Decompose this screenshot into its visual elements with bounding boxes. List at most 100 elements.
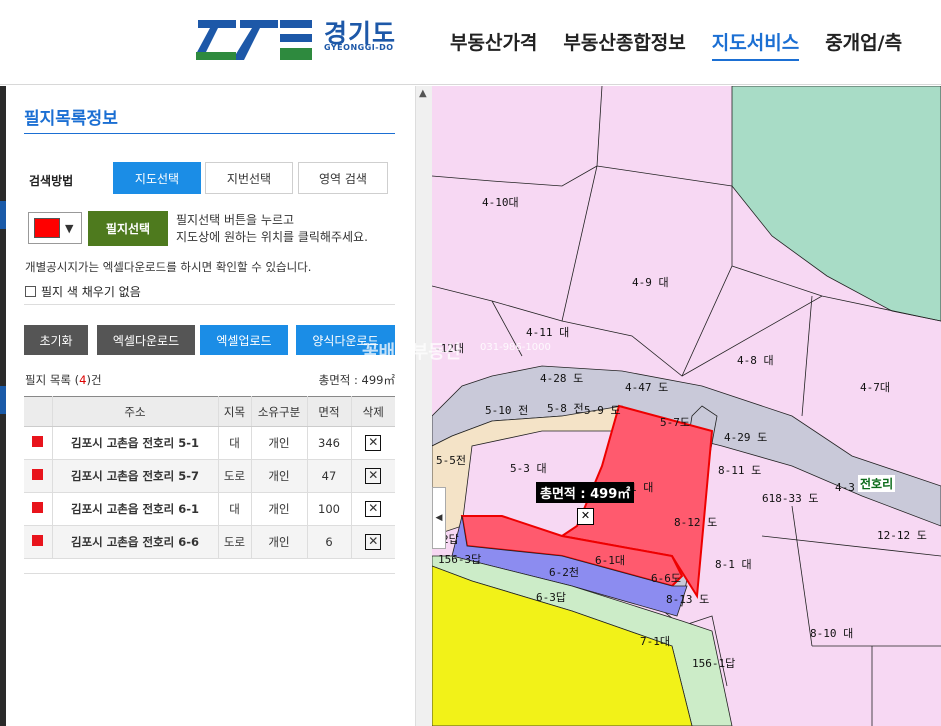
total-area-label: 총면적 : 499㎡ xyxy=(318,373,395,387)
parcel-label: 4-47 도 xyxy=(625,381,668,394)
table-row[interactable]: 김포시 고촌읍 전호리 6-1 대 개인 100 ✕ xyxy=(24,492,395,526)
parcel-label: 6-2천 xyxy=(549,565,579,579)
color-column-header xyxy=(24,396,53,427)
area-cell: 100 xyxy=(307,492,352,526)
select-guide-text: 필지선택 버튼을 누르고 지도상에 원하는 위치를 클릭해주세요. xyxy=(176,212,368,246)
divider xyxy=(24,304,395,305)
chevron-left-icon: ◀ xyxy=(435,513,443,523)
owner-cell: 개인 xyxy=(251,459,308,493)
parcel-label: 8-11 도 xyxy=(718,464,761,477)
table-header-row: 주소 지목 소유구분 면적 삭제 xyxy=(24,396,395,427)
color-marker xyxy=(32,535,44,546)
table-row[interactable]: 김포시 고촌읍 전호리 6-6 도로 개인 6 ✕ xyxy=(24,525,395,559)
parcel-label: 8-10 대 xyxy=(810,627,853,640)
parcel-line xyxy=(801,295,813,417)
parcel-label: 8-13 도 xyxy=(666,593,709,606)
list-label-suffix: )건 xyxy=(86,373,102,387)
address-cell[interactable]: 김포시 고촌읍 전호리 5-7 xyxy=(52,459,219,493)
delete-cell: ✕ xyxy=(351,492,395,526)
title-divider xyxy=(24,133,395,134)
column-header-area: 면적 xyxy=(307,396,352,427)
table-row[interactable]: 김포시 고촌읍 전호리 5-7 도로 개인 47 ✕ xyxy=(24,459,395,493)
panel-scrollbar[interactable]: ▲ xyxy=(415,86,432,726)
parcel-label: 4-3 xyxy=(835,481,855,494)
delete-icon[interactable]: ✕ xyxy=(365,468,382,484)
parcel-label: 7-1대 xyxy=(640,635,670,648)
area-cell: 346 xyxy=(307,426,352,460)
parcel-label: 6-3답 xyxy=(536,591,566,604)
owner-cell: 개인 xyxy=(251,426,308,460)
excel-upload-button[interactable]: 엑셀업로드 xyxy=(200,325,288,355)
excel-download-button[interactable]: 엑셀다운로드 xyxy=(97,325,195,355)
parcel-line xyxy=(432,86,603,187)
divider xyxy=(24,573,395,574)
map-canvas[interactable]: 4-10대 4-9 대 4-11 대 -12대 4-28 도 4-47 도 4-… xyxy=(432,86,941,726)
panel-title: 필지목록정보 xyxy=(24,109,118,129)
list-label-prefix: 필지 목록 ( xyxy=(25,373,80,387)
site-header: 경기도 GYEONGGI-DO 부동산가격 부동산종합정보 지도서비스 중개업/… xyxy=(0,0,941,85)
parcel-label: 4-11 대 xyxy=(526,326,569,339)
parcel-line xyxy=(731,265,823,297)
column-header-owner: 소유구분 xyxy=(251,396,308,427)
no-fill-option[interactable]: 필지 색 채우기 없음 xyxy=(25,283,141,300)
color-marker xyxy=(32,502,44,513)
cadastral-map[interactable]: 4-10대 4-9 대 4-11 대 -12대 4-28 도 4-47 도 4-… xyxy=(432,86,941,726)
delete-cell: ✕ xyxy=(351,459,395,493)
color-marker xyxy=(32,469,44,480)
tab-lot-select[interactable]: 지번선택 xyxy=(205,162,293,194)
nav-item-map-service[interactable]: 지도서비스 xyxy=(711,28,800,61)
nav-item-broker[interactable]: 중개업/측 xyxy=(825,28,902,61)
map-close-icon[interactable]: ✕ xyxy=(577,508,594,525)
parcel-label: 4-9 대 xyxy=(632,276,669,289)
color-picker[interactable]: ▼ xyxy=(28,212,82,244)
address-cell[interactable]: 김포시 고촌읍 전호리 5-1 xyxy=(52,426,219,460)
nav-item-price[interactable]: 부동산가격 xyxy=(450,28,537,61)
parcel-label: 6-1대 xyxy=(595,554,625,567)
parcel-label: 4-10대 xyxy=(482,196,519,209)
tab-map-select[interactable]: 지도선택 xyxy=(113,162,201,194)
owner-cell: 개인 xyxy=(251,492,308,526)
parcel-label: 6-6도 xyxy=(651,572,681,585)
scroll-up-icon[interactable]: ▲ xyxy=(419,88,427,99)
dropdown-arrow-icon: ▼ xyxy=(65,221,74,235)
parcel-label: 618-33 도 xyxy=(762,492,818,505)
parcel-count-label: 필지 목록 (4)건 xyxy=(25,372,102,388)
row-color-cell xyxy=(24,492,53,526)
delete-icon[interactable]: ✕ xyxy=(365,534,382,550)
parcel-select-button[interactable]: 필지선택 xyxy=(88,211,168,246)
panel-collapse-button[interactable]: ◀ xyxy=(432,487,446,549)
category-cell: 도로 xyxy=(218,459,252,493)
watermark-text: 꽃배달부동산 xyxy=(362,342,462,363)
parcel-label: 5-9 도 xyxy=(584,404,621,417)
parcel-table: 주소 지목 소유구분 면적 삭제 김포시 고촌읍 전호리 5-1 대 개인 34… xyxy=(24,396,395,559)
delete-icon[interactable]: ✕ xyxy=(365,501,382,517)
tab-area-search[interactable]: 영역 검색 xyxy=(298,162,388,194)
category-cell: 대 xyxy=(218,492,252,526)
parcel-label: 156-1답 xyxy=(692,657,735,670)
no-fill-checkbox[interactable] xyxy=(25,286,36,297)
parcel-label: 5-7도 xyxy=(660,416,690,429)
address-cell[interactable]: 김포시 고촌읍 전호리 6-6 xyxy=(52,525,219,559)
delete-cell: ✕ xyxy=(351,525,395,559)
forest-area xyxy=(731,86,941,322)
map-total-area-tag: 총면적 : 499㎡ xyxy=(536,482,635,503)
parcel-label: 8-12 도 xyxy=(674,516,717,529)
logo-subtext: GYEONGGI-DO xyxy=(324,43,394,52)
guide-line: 필지선택 버튼을 누르고 xyxy=(176,213,295,227)
column-header-address: 주소 xyxy=(52,396,219,427)
parcel-line xyxy=(791,505,813,647)
column-header-delete: 삭제 xyxy=(351,396,395,427)
watermark-phone: 031-986-1000 xyxy=(480,342,551,353)
address-cell[interactable]: 김포시 고촌읍 전호리 6-1 xyxy=(52,492,219,526)
nav-item-info[interactable]: 부동산종합정보 xyxy=(563,28,685,61)
category-cell: 도로 xyxy=(218,525,252,559)
parcel-label: 4-29 도 xyxy=(724,431,767,444)
column-header-category: 지목 xyxy=(218,396,252,427)
reset-button[interactable]: 초기화 xyxy=(24,325,88,355)
color-marker xyxy=(32,436,44,447)
delete-cell: ✕ xyxy=(351,426,395,460)
delete-icon[interactable]: ✕ xyxy=(365,435,382,451)
main-nav: 부동산가격 부동산종합정보 지도서비스 중개업/측 xyxy=(450,28,928,61)
table-row[interactable]: 김포시 고촌읍 전호리 5-1 대 개인 346 ✕ xyxy=(24,426,395,460)
price-note: 개별공시지가는 엑셀다운로드를 하시면 확인할 수 있습니다. xyxy=(25,260,312,274)
